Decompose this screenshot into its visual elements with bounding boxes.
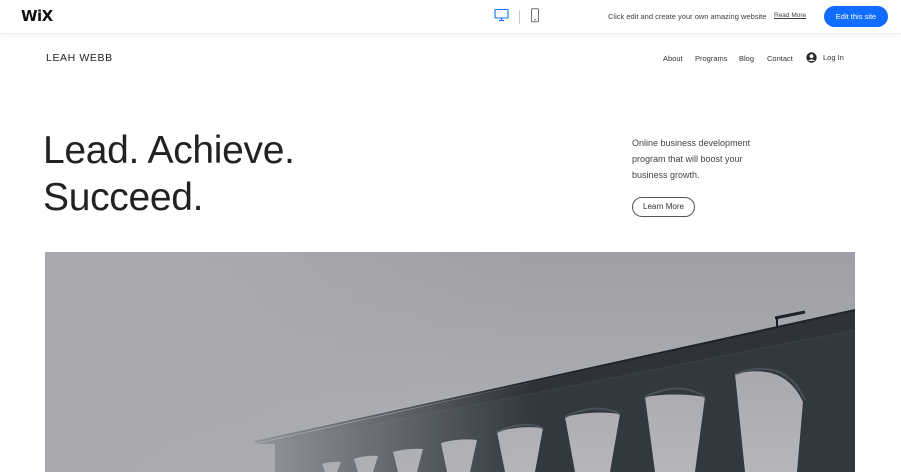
nav-item-contact[interactable]: Contact bbox=[767, 54, 793, 63]
hero-bridge-image bbox=[45, 252, 855, 472]
wix-editor-bar: WiX Click edit and create your own amazi… bbox=[0, 0, 901, 34]
mobile-icon[interactable] bbox=[530, 8, 540, 28]
headline-line-2: Succeed. bbox=[43, 176, 204, 219]
wix-logo[interactable]: WiX bbox=[21, 7, 53, 25]
headline-line-1: Lead. Achieve. bbox=[43, 129, 295, 172]
hero-headline: Lead. Achieve. Succeed. bbox=[43, 127, 295, 221]
user-icon bbox=[806, 52, 817, 63]
edit-site-button[interactable]: Edit this site bbox=[824, 6, 888, 27]
device-divider bbox=[519, 10, 520, 24]
nav-item-about[interactable]: About bbox=[663, 54, 683, 63]
hero-description: Online business development program that… bbox=[632, 138, 751, 180]
login-button[interactable]: Log In bbox=[806, 52, 844, 63]
nav-item-blog[interactable]: Blog bbox=[739, 54, 754, 63]
site-name[interactable]: LEAH WEBB bbox=[46, 52, 113, 64]
learn-more-button[interactable]: Learn More bbox=[632, 197, 695, 217]
editor-message: Click edit and create your own amazing w… bbox=[608, 12, 767, 21]
read-more-link[interactable]: Read More bbox=[774, 12, 806, 19]
login-label: Log In bbox=[823, 53, 844, 62]
nav-item-programs[interactable]: Programs bbox=[695, 54, 728, 63]
desktop-icon[interactable] bbox=[494, 8, 509, 27]
